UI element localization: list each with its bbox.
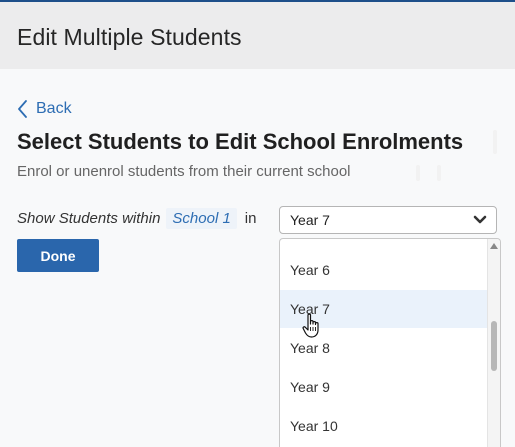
year-select[interactable]: Year 7 — [279, 206, 497, 234]
dropdown-scrollbar[interactable] — [487, 239, 500, 447]
done-button[interactable]: Done — [17, 239, 99, 272]
page-subtitle: Enrol or unenrol students from their cur… — [17, 163, 351, 180]
scroll-up-arrow-icon[interactable] — [490, 243, 498, 249]
header-title: Edit Multiple Students — [17, 24, 242, 50]
faint-artifact — [493, 130, 497, 154]
chevron-left-icon — [18, 100, 27, 118]
back-label: Back — [36, 100, 72, 117]
year-select-value: Year 7 — [290, 212, 330, 228]
year-option[interactable]: Year 10 — [280, 407, 488, 445]
page-title: Select Students to Edit School Enrolment… — [17, 129, 464, 154]
year-option[interactable]: Year 8 — [280, 329, 488, 367]
chevron-down-icon — [473, 215, 487, 224]
year-dropdown-menu: Year 6 Year 7 Year 8 Year 9 Year 10 — [279, 238, 501, 447]
filter-label: Show Students within — [17, 210, 161, 227]
year-option[interactable]: Year 6 — [280, 251, 488, 289]
scrollbar-thumb[interactable] — [491, 321, 497, 371]
school-link[interactable]: School 1 — [166, 208, 237, 229]
student-filter-row: Show Students within School 1 in — [17, 208, 256, 229]
faint-artifact — [416, 165, 420, 181]
in-label: in — [244, 210, 257, 227]
back-link[interactable]: Back — [18, 100, 72, 118]
faint-artifact — [437, 165, 441, 181]
year-option-selected[interactable]: Year 7 — [280, 290, 488, 328]
year-option[interactable]: Year 9 — [280, 368, 488, 406]
page-header: Edit Multiple Students — [0, 2, 515, 69]
